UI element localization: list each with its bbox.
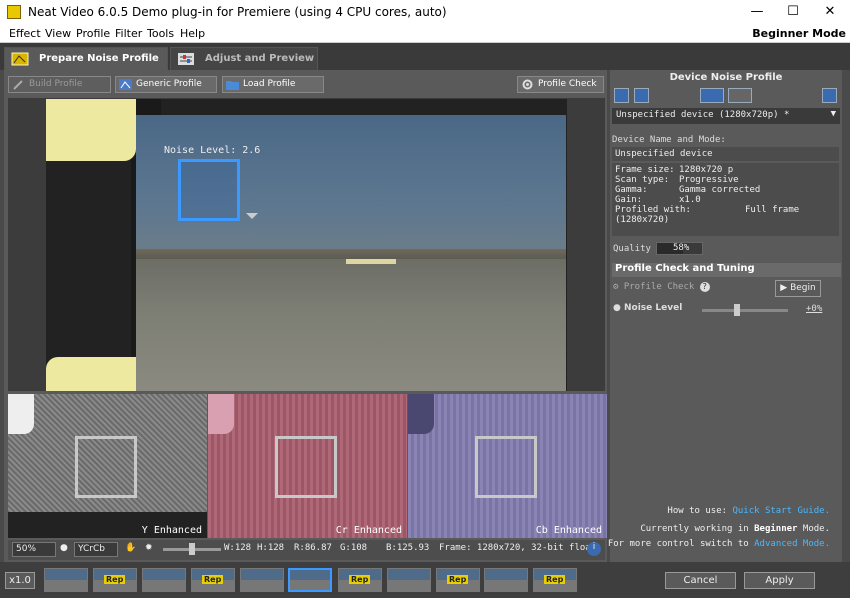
frame-info: Frame: 1280x720, 32-bit float [439,543,597,553]
blue-value: B:125.93 [386,543,430,553]
film-corner-top [46,99,136,161]
menu-effect[interactable]: Effect [9,27,41,40]
zoom-select[interactable]: 50% [12,542,56,557]
quality-value: 58% [673,243,690,253]
tab-row: Prepare Noise Profile Adjust and Preview [0,43,850,70]
help-icon: ? [699,282,710,292]
open-profile-icon[interactable] [614,88,629,103]
preview-sample-box [75,436,137,498]
generic-profile-button[interactable]: Generic Profile [115,76,217,93]
minimize-button[interactable]: — [747,4,767,20]
mode-label[interactable]: Beginner Mode [752,27,846,40]
frame-thumb[interactable] [142,568,186,592]
frame-thumb[interactable]: Rep [338,568,382,592]
preview-cb-enhanced[interactable]: Cb Enhanced [408,394,607,538]
title-bar: Neat Video 6.0.5 Demo plug-in for Premie… [0,0,850,25]
frame-thumb[interactable]: Rep [436,568,480,592]
help-icon[interactable] [822,88,837,103]
device-info-box: Frame size: 1280x720 p Scan type: Progress… [612,163,839,236]
airplane [346,259,396,264]
preview-label: Cb Enhanced [535,525,602,536]
frame-thumb-selected[interactable] [288,568,332,592]
frame-thumb[interactable]: Rep [191,568,235,592]
brightness-icon[interactable]: ✹ [145,543,153,553]
noise-level-readout: Noise Level: 2.6 [164,145,261,156]
preview-y-enhanced[interactable]: Y Enhanced [8,394,207,538]
frame-thumb[interactable] [44,568,88,592]
colorspace-select[interactable]: YCrCb [74,542,118,557]
device-profile-select[interactable]: Unspecified device (1280x720p) * ▼ [612,108,840,124]
green-value: G:108 [340,543,368,553]
redo-icon[interactable] [728,88,752,103]
sliders-icon [178,53,194,65]
quick-start-link[interactable]: Quick Start Guide. [732,506,830,516]
profile-icon [11,52,29,66]
menu-tools[interactable]: Tools [147,27,174,40]
sample-width: W:128 [224,543,252,553]
menu-help[interactable]: Help [180,27,205,40]
maximize-button[interactable]: ☐ [783,4,803,20]
preview-label: Cr Enhanced [335,525,402,536]
menu-profile[interactable]: Profile [76,27,110,40]
menu-bar: Effect View Profile Filter Tools Help Be… [0,25,850,43]
menu-filter[interactable]: Filter [115,27,142,40]
colorspace-icon: ● [60,543,68,553]
quality-meter: 58% [656,242,703,255]
gear-icon [522,79,533,90]
tab-prepare-noise-profile[interactable]: Prepare Noise Profile [4,47,168,70]
begin-button[interactable]: ▶ Begin [775,280,821,297]
preview-sample-box [475,436,537,498]
preview-label: Y Enhanced [141,525,202,536]
menu-view[interactable]: View [45,27,71,40]
build-profile-button[interactable]: Build Profile [8,76,111,93]
app-icon [7,5,21,19]
close-button[interactable]: ✕ [820,4,840,20]
load-profile-button[interactable]: Load Profile [222,76,324,93]
frame-thumb[interactable]: Rep [533,568,577,592]
frame-thumb[interactable] [240,568,284,592]
video-frame[interactable] [46,99,567,391]
frame-thumb[interactable] [387,568,431,592]
device-name-label: Device Name and Mode: [612,135,726,145]
preview-cr-enhanced[interactable]: Cr Enhanced [208,394,407,538]
status-bar: 50% ● YCrCb ✋ ✹ W:128 H:128 R:86.87 G:10… [8,540,605,560]
apply-button[interactable]: Apply [744,572,815,589]
folder-icon [226,81,239,90]
profile-check-button[interactable]: Profile Check [517,76,604,93]
noise-level-slider[interactable] [702,304,788,316]
cancel-button[interactable]: Cancel [665,572,736,589]
hand-icon[interactable]: ✋ [125,543,136,553]
howto-line-3: For more control switch to Advanced Mode… [607,539,830,549]
profile-check-section-title: Profile Check and Tuning [612,263,841,277]
device-profile-title: Device Noise Profile [669,72,783,83]
device-name-field[interactable]: Unspecified device [612,147,839,161]
wand-icon [13,80,23,90]
window-title: Neat Video 6.0.5 Demo plug-in for Premie… [28,5,447,19]
howto-line-1: How to use: Quick Start Guide. [667,506,830,516]
sample-area-selection[interactable] [178,159,240,221]
info-icon[interactable]: i [587,542,601,556]
generic-profile-icon [119,79,132,90]
undo-icon[interactable] [700,88,724,103]
preview-sample-box [275,436,337,498]
selection-menu-caret[interactable] [246,213,258,219]
speed-select[interactable]: x1.0 [5,572,35,589]
frame-thumb[interactable] [484,568,528,592]
save-profile-icon[interactable] [634,88,649,103]
advanced-mode-link[interactable]: Advanced Mode. [754,539,830,549]
noise-level-value: +0% [806,304,823,314]
film-corner-bottom [46,357,136,391]
profile-check-label: ⚙ Profile Check ? [613,282,710,292]
howto-line-2: Currently working in Beginner Mode. [640,524,830,534]
noise-level-label: ● Noise Level [613,303,683,313]
sample-height: H:128 [257,543,285,553]
tab-adjust-and-preview[interactable]: Adjust and Preview [170,47,318,70]
frame-thumb[interactable]: Rep [93,568,137,592]
brightness-slider[interactable] [163,543,221,555]
chevron-down-icon[interactable]: ▼ [831,109,836,119]
red-value: R:86.87 [294,543,332,553]
quality-label: Quality [613,244,651,254]
